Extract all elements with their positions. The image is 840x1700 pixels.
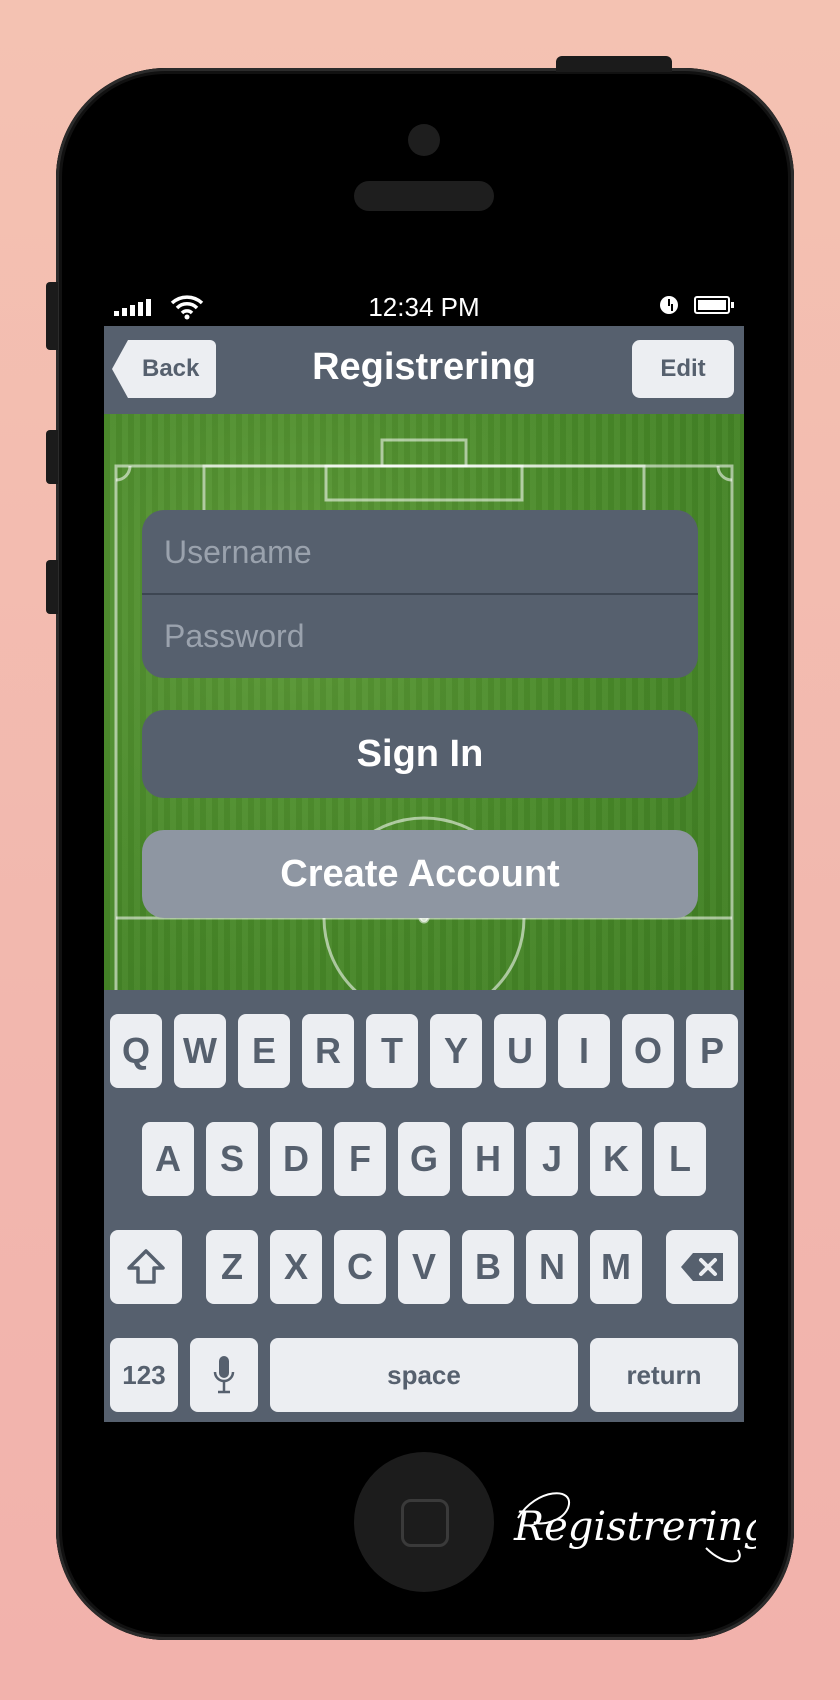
key-l[interactable]: L — [654, 1122, 706, 1196]
registrering-signature-logo: Registrering — [513, 1492, 756, 1563]
backspace-key[interactable] — [666, 1230, 738, 1304]
navigation-bar: Back Registrering Edit — [104, 326, 744, 414]
status-time: 12:34 PM — [368, 292, 480, 322]
username-field[interactable] — [142, 510, 698, 594]
key-u[interactable]: U — [494, 1014, 546, 1088]
key-o[interactable]: O — [622, 1014, 674, 1088]
status-bar: 12:34 PM — [104, 288, 744, 324]
key-n[interactable]: N — [526, 1230, 578, 1304]
key-z[interactable]: Z — [206, 1230, 258, 1304]
mute-switch — [46, 282, 58, 350]
signature-text: Registrering — [513, 1504, 756, 1550]
key-p[interactable]: P — [686, 1014, 738, 1088]
key-s[interactable]: S — [206, 1122, 258, 1196]
app-screen: Back Registrering Edit Sign In — [104, 326, 744, 1422]
key-k[interactable]: K — [590, 1122, 642, 1196]
login-form — [142, 510, 698, 678]
dictation-key[interactable] — [190, 1338, 258, 1412]
key-c[interactable]: C — [334, 1230, 386, 1304]
volume-up-button — [46, 430, 58, 484]
volume-down-button — [46, 560, 58, 614]
space-key[interactable]: space — [270, 1338, 578, 1412]
soccer-field-background: Sign In Create Account — [104, 414, 744, 990]
key-f[interactable]: F — [334, 1122, 386, 1196]
edit-button[interactable]: Edit — [632, 340, 734, 398]
key-q[interactable]: Q — [110, 1014, 162, 1088]
earpiece-speaker — [354, 181, 494, 211]
numbers-key[interactable]: 123 — [110, 1338, 178, 1412]
key-j[interactable]: J — [526, 1122, 578, 1196]
key-y[interactable]: Y — [430, 1014, 482, 1088]
shift-key[interactable] — [110, 1230, 182, 1304]
key-r[interactable]: R — [302, 1014, 354, 1088]
microphone-icon — [213, 1356, 235, 1394]
battery-icon — [694, 296, 734, 314]
clock-icon — [660, 296, 678, 314]
key-i[interactable]: I — [558, 1014, 610, 1088]
power-button — [556, 56, 672, 72]
backspace-icon — [681, 1253, 723, 1281]
key-x[interactable]: X — [270, 1230, 322, 1304]
front-camera — [408, 124, 440, 156]
key-e[interactable]: E — [238, 1014, 290, 1088]
key-h[interactable]: H — [462, 1122, 514, 1196]
key-g[interactable]: G — [398, 1122, 450, 1196]
key-a[interactable]: A — [142, 1122, 194, 1196]
shift-icon — [127, 1249, 165, 1284]
key-m[interactable]: M — [590, 1230, 642, 1304]
keyboard: Q W E R T Y U I O P A S D F G H J K L Z … — [104, 990, 744, 1422]
key-w[interactable]: W — [174, 1014, 226, 1088]
key-t[interactable]: T — [366, 1014, 418, 1088]
key-d[interactable]: D — [270, 1122, 322, 1196]
return-key[interactable]: return — [590, 1338, 738, 1412]
sign-in-button[interactable]: Sign In — [142, 710, 698, 798]
key-b[interactable]: B — [462, 1230, 514, 1304]
password-field[interactable] — [142, 594, 698, 678]
create-account-button[interactable]: Create Account — [142, 830, 698, 918]
home-button-icon — [401, 1499, 449, 1547]
home-button[interactable] — [354, 1452, 494, 1592]
key-v[interactable]: V — [398, 1230, 450, 1304]
